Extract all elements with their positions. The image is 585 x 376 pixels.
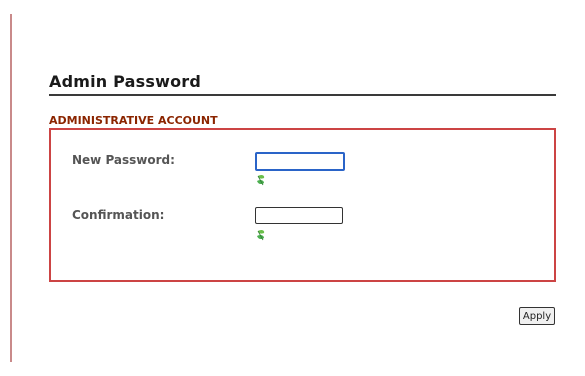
leaf-icon	[257, 174, 265, 186]
page-title: Admin Password	[49, 72, 202, 91]
new-password-label: New Password:	[72, 153, 175, 167]
title-divider	[49, 94, 556, 96]
section-title: ADMINISTRATIVE ACCOUNT	[49, 114, 218, 127]
new-password-input[interactable]	[255, 152, 345, 171]
confirmation-label: Confirmation:	[72, 208, 165, 222]
leaf-icon	[257, 229, 265, 241]
left-divider	[10, 14, 12, 362]
apply-button[interactable]: Apply	[519, 307, 555, 325]
confirmation-input[interactable]	[255, 207, 343, 224]
